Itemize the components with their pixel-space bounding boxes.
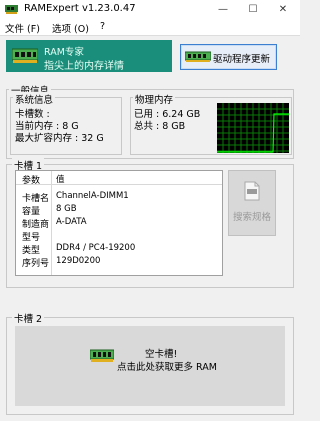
ram-module-icon	[90, 349, 114, 362]
driver-update-label: 驱动程序更新	[213, 54, 271, 65]
brand-banner: RAM专家 指尖上的内存详情	[6, 40, 172, 72]
driver-update-button[interactable]: 驱动程序更新	[180, 44, 277, 70]
header-value: 值	[56, 175, 65, 185]
row-key: 类型	[22, 246, 41, 256]
search-spec-label: 搜索规格	[232, 212, 271, 223]
slot1-table: 参数 值 卡槽名 ChannelA-DIMM1 容量 8 GB 制造商 A-DA…	[15, 170, 223, 276]
total-memory-label: 总共 : 8 GB	[134, 121, 186, 132]
ram-module-icon	[12, 48, 38, 63]
ram-module-icon	[185, 51, 211, 62]
table-row[interactable]: 卡槽名 ChannelA-DIMM1	[16, 191, 222, 204]
window-title: RAMExpert v1.23.0.47	[24, 3, 136, 14]
row-value: DDR4 / PC4-19200	[56, 243, 136, 253]
physical-memory-title: 物理内存	[133, 92, 176, 106]
header: RAM专家 指尖上的内存详情 驱动程序更新	[0, 36, 300, 78]
menu-bar: 文件 (F) 选项 (O) ?	[0, 19, 300, 36]
table-header: 参数 值	[16, 173, 222, 186]
menu-help[interactable]: ?	[100, 21, 105, 32]
menu-file[interactable]: 文件 (F)	[5, 21, 40, 35]
brand-subtitle: 指尖上的内存详情	[44, 61, 124, 72]
row-key: 卡槽名	[22, 194, 50, 204]
empty-slot-title: 空卡槽!	[145, 349, 178, 360]
row-value: 8 GB	[56, 204, 77, 214]
document-search-icon	[244, 181, 260, 201]
table-row[interactable]: 类型 DDR4 / PC4-19200	[16, 243, 222, 256]
menu-options[interactable]: 选项 (O)	[52, 21, 89, 35]
table-row[interactable]: 序列号 129D0200	[16, 256, 222, 269]
brand-title: RAM专家	[44, 47, 84, 58]
minimize-button[interactable]: —	[208, 0, 238, 19]
get-more-ram-link: 点击此处获取更多 RAM	[117, 362, 217, 373]
system-info-title: 系统信息	[13, 92, 56, 106]
row-key: 序列号	[22, 259, 50, 269]
search-spec-button[interactable]: 搜索规格	[228, 170, 276, 236]
row-value: ChannelA-DIMM1	[56, 191, 129, 201]
close-button[interactable]: ✕	[268, 0, 298, 19]
table-row[interactable]: 制造商 A-DATA	[16, 217, 222, 230]
memory-usage-graph	[217, 103, 289, 153]
empty-slot-panel[interactable]: 空卡槽! 点击此处获取更多 RAM	[15, 326, 285, 406]
row-value: A-DATA	[56, 217, 87, 227]
table-row[interactable]: 容量 8 GB	[16, 204, 222, 217]
slot2-title: 卡槽 2	[12, 311, 45, 325]
memory-usage-grid	[217, 103, 289, 153]
max-memory-label: 最大扩容内存 : 32 G	[15, 133, 103, 144]
title-bar: RAMExpert v1.23.0.47 — ☐ ✕	[0, 0, 300, 19]
row-key: 容量	[22, 207, 41, 217]
maximize-button[interactable]: ☐	[238, 0, 268, 19]
row-value: 129D0200	[56, 256, 101, 266]
row-key: 型号	[22, 233, 41, 243]
table-row[interactable]: 型号	[16, 230, 222, 243]
ram-chip-icon	[5, 5, 18, 14]
header-param: 参数	[22, 176, 41, 186]
row-key: 制造商	[22, 220, 50, 230]
